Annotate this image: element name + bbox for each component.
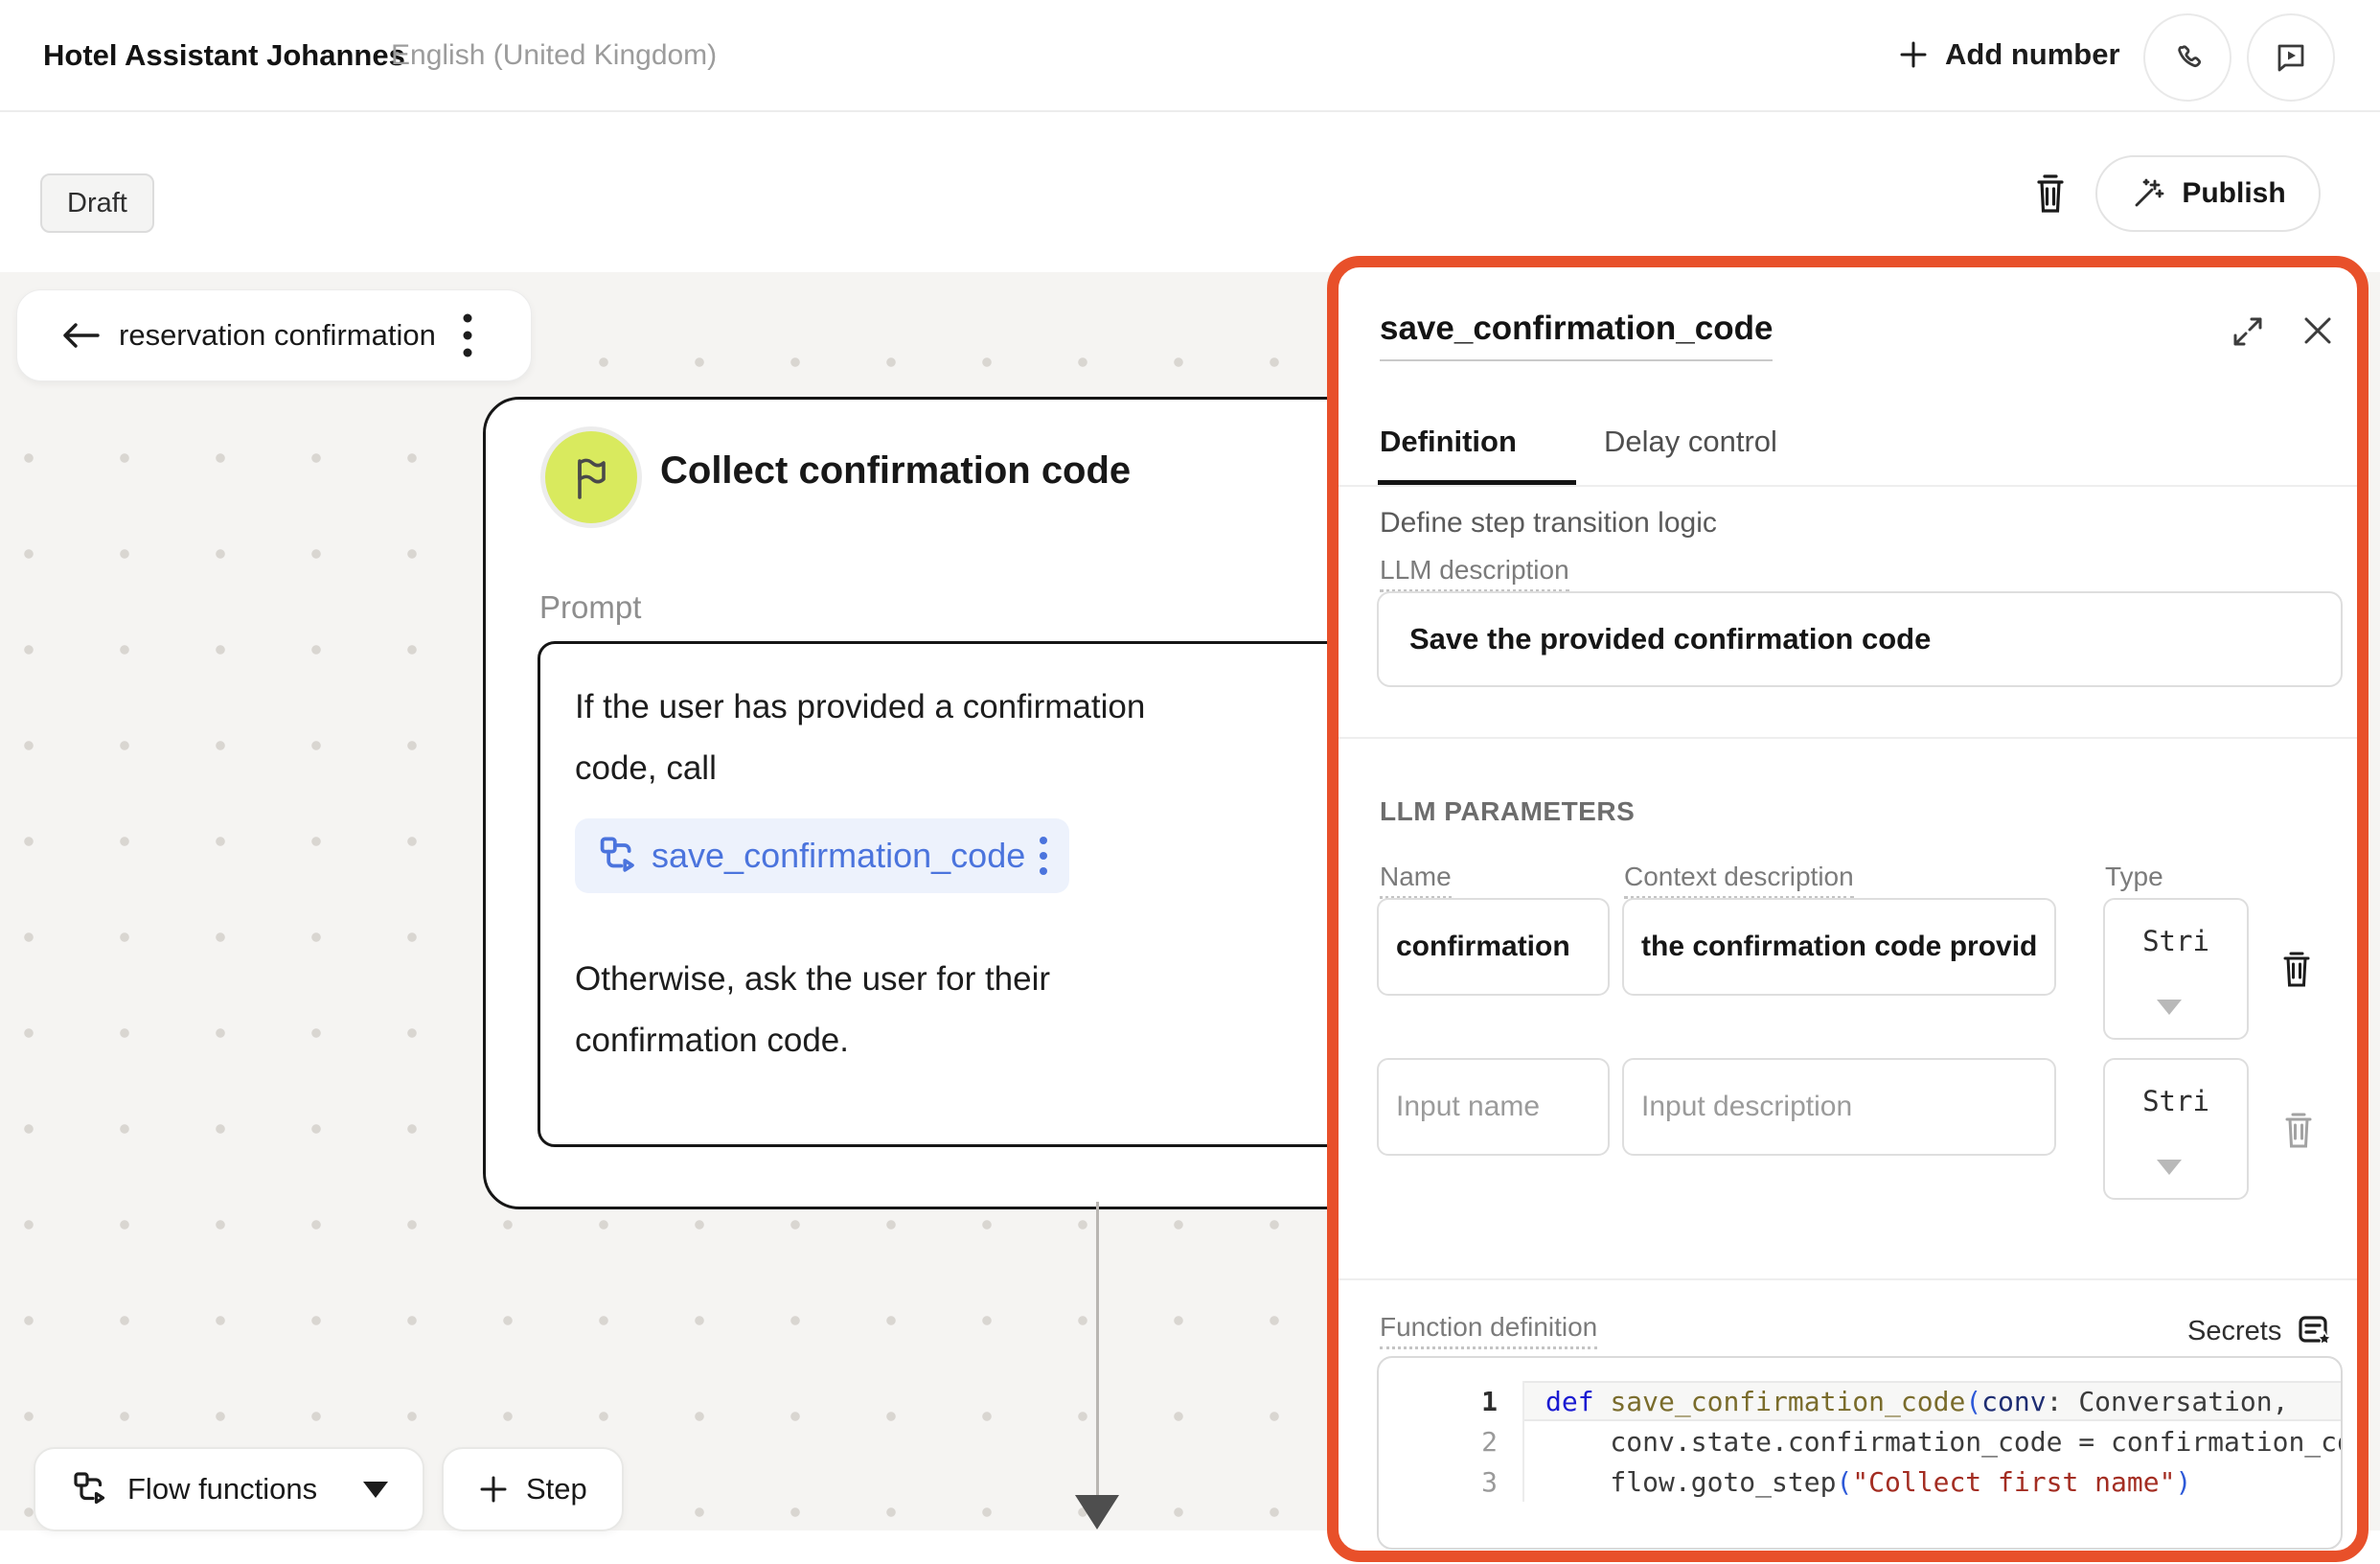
prompt-text-line: Otherwise, ask the user for their <box>575 949 1399 1010</box>
code-line[interactable]: 1def save_confirmation_code(conv: Conver… <box>1379 1381 2341 1421</box>
code-text: def save_confirmation_code(conv: Convers… <box>1522 1381 2341 1421</box>
flag-icon <box>569 453 613 501</box>
flow-function-icon <box>596 835 638 877</box>
llm-parameters-section-label: LLM PARAMETERS <box>1380 796 1635 827</box>
status-badge: Draft <box>40 173 154 233</box>
close-panel-icon[interactable] <box>2297 310 2339 352</box>
step-flag-badge <box>540 426 642 528</box>
param-type-value: Stri <box>2105 925 2247 957</box>
flow-function-icon <box>70 1470 108 1508</box>
llm-description-label: LLM description <box>1380 555 1569 592</box>
param-name-input[interactable] <box>1377 898 1610 996</box>
delete-param-button[interactable] <box>2279 950 2314 990</box>
magic-wand-icon <box>2130 175 2166 212</box>
function-name-field[interactable]: save_confirmation_code <box>1380 310 1773 361</box>
chat-demo-button[interactable] <box>2247 13 2335 102</box>
column-header-context-description: Context description <box>1624 862 1854 899</box>
add-number-button[interactable]: Add number <box>1897 0 2120 108</box>
param-context-input[interactable] <box>1622 1058 2056 1156</box>
step-node-title: Collect confirmation code <box>660 449 1131 493</box>
plus-icon <box>1897 38 1930 71</box>
breadcrumb-label: reservation confirmation <box>119 318 456 353</box>
delete-flow-button[interactable] <box>2029 171 2071 217</box>
add-number-label: Add number <box>1945 37 2120 72</box>
breadcrumb[interactable]: reservation confirmation <box>16 289 532 381</box>
function-chip-save-confirmation-code[interactable]: save_confirmation_code <box>575 818 1069 893</box>
llm-description-input[interactable] <box>1377 591 2343 687</box>
divider <box>1339 1278 2357 1280</box>
chevron-down-icon <box>2157 1000 2182 1015</box>
function-definition-label: Function definition <box>1380 1312 1597 1349</box>
edge-arrowhead-icon <box>1075 1495 1119 1530</box>
flow-functions-label: Flow functions <box>127 1472 317 1506</box>
kebab-menu-icon[interactable] <box>462 310 473 360</box>
param-type-select[interactable]: Stri <box>2103 898 2249 1040</box>
tab-delay-control[interactable]: Delay control <box>1604 425 1777 459</box>
prompt-text-line: confirmation code. <box>575 1010 1399 1071</box>
line-number: 2 <box>1379 1426 1522 1458</box>
panel-subtitle: Define step transition logic <box>1380 507 1717 540</box>
code-editor[interactable]: 1def save_confirmation_code(conv: Conver… <box>1377 1356 2343 1550</box>
secrets-list-star-icon <box>2297 1312 2335 1350</box>
column-header-type: Type <box>2105 862 2163 892</box>
agent-language: English (United Kingdom) <box>391 39 717 72</box>
line-number: 1 <box>1379 1386 1522 1417</box>
add-step-label: Step <box>526 1472 587 1506</box>
prompt-editor[interactable]: If the user has provided a confirmation … <box>538 641 1402 1147</box>
delete-param-button[interactable] <box>2281 1111 2316 1151</box>
code-text: conv.state.confirmation_code = confirmat… <box>1522 1421 2341 1461</box>
code-line[interactable]: 2 conv.state.confirmation_code = confirm… <box>1379 1421 2341 1461</box>
flow-functions-button[interactable]: Flow functions <box>34 1447 424 1531</box>
add-step-button[interactable]: Step <box>442 1447 624 1531</box>
phone-icon <box>2170 40 2205 75</box>
param-type-select[interactable]: Stri <box>2103 1058 2249 1200</box>
column-header-name: Name <box>1380 862 1452 899</box>
prompt-label: Prompt <box>539 589 641 626</box>
app-root: Hotel Assistant Johannes English (United… <box>0 0 2380 1564</box>
secrets-label: Secrets <box>2187 1316 2281 1347</box>
param-name-input[interactable] <box>1377 1058 1610 1156</box>
prompt-text-line: If the user has provided a confirmation <box>575 677 1399 738</box>
divider <box>1339 737 2357 739</box>
back-arrow-icon[interactable] <box>59 319 102 352</box>
code-line[interactable]: 3 flow.goto_step("Collect first name") <box>1379 1461 2341 1502</box>
tab-definition[interactable]: Definition <box>1380 425 1517 459</box>
function-detail-panel: save_confirmation_code Definition Delay … <box>1327 256 2369 1562</box>
function-chip-label: save_confirmation_code <box>652 836 1025 876</box>
prompt-text-line: code, call <box>575 738 1399 799</box>
divider <box>1339 485 2357 487</box>
chat-play-icon <box>2273 39 2309 76</box>
secrets-button[interactable]: Secrets <box>2187 1312 2335 1350</box>
code-text: flow.goto_step("Collect first name") <box>1522 1461 2341 1502</box>
edge-connector-line <box>1096 1202 1099 1499</box>
param-context-input[interactable] <box>1622 898 2056 996</box>
code-lines: 1def save_confirmation_code(conv: Conver… <box>1379 1381 2341 1502</box>
publish-label: Publish <box>2182 177 2285 210</box>
step-node-collect-confirmation-code[interactable]: Collect confirmation code Prompt If the … <box>483 397 1458 1209</box>
header-bar: Hotel Assistant Johannes English (United… <box>0 0 2380 112</box>
chevron-down-icon <box>2157 1160 2182 1175</box>
expand-panel-icon[interactable] <box>2228 311 2268 352</box>
call-agent-button[interactable] <box>2143 13 2231 102</box>
plus-icon <box>478 1474 509 1505</box>
publish-button[interactable]: Publish <box>2095 155 2321 232</box>
agent-title: Hotel Assistant Johannes <box>43 38 405 73</box>
line-number: 3 <box>1379 1466 1522 1498</box>
param-type-value: Stri <box>2105 1085 2247 1117</box>
chevron-down-icon <box>363 1482 388 1498</box>
chip-kebab-icon[interactable] <box>1039 834 1048 878</box>
